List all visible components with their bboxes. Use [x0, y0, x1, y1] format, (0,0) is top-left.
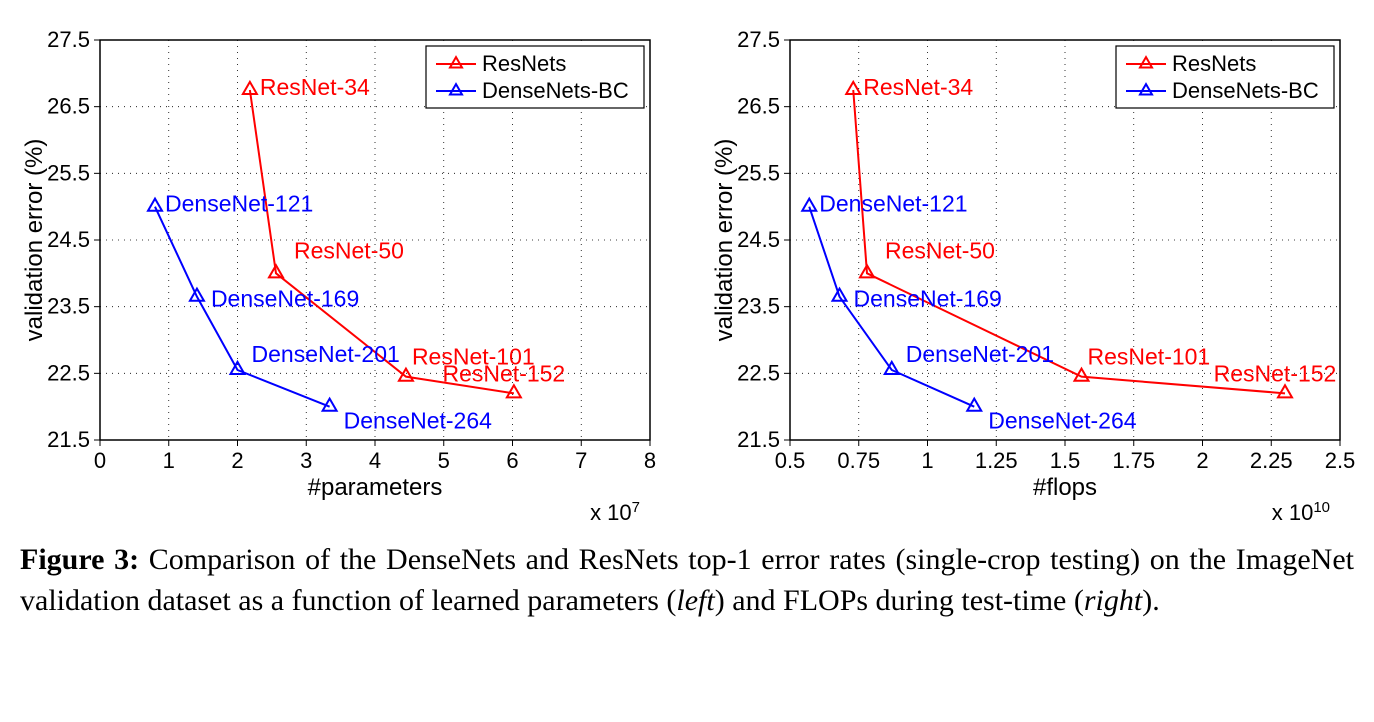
y-tick-label: 22.5 [737, 360, 780, 385]
x-tick-label: 1.25 [975, 448, 1018, 473]
x-tick-label: 7 [575, 448, 587, 473]
y-axis-label: validation error (%) [21, 139, 48, 342]
figure-wrap: 01234567821.522.523.524.525.526.527.5#pa… [20, 20, 1354, 621]
legend-label-resnets: ResNets [482, 51, 566, 76]
caption-left: left [676, 584, 714, 617]
x-tick-label: 0.75 [837, 448, 880, 473]
point-label: ResNet-101 [1088, 344, 1211, 370]
x-tick-label: 2.5 [1325, 448, 1356, 473]
x-axis-label: #parameters [308, 474, 443, 501]
axis-exponent: x 1010 [1272, 499, 1330, 526]
x-tick-label: 1 [163, 448, 175, 473]
axis-exponent: x 107 [590, 499, 640, 526]
y-tick-label: 25.5 [737, 160, 780, 185]
point-label: DenseNet-201 [252, 341, 400, 367]
figure-caption: Figure 3: Comparison of the DenseNets an… [20, 540, 1354, 621]
y-tick-label: 24.5 [47, 227, 90, 252]
legend-label-densenets: DenseNets-BC [1172, 78, 1319, 103]
x-tick-label: 4 [369, 448, 381, 473]
caption-right: right [1084, 584, 1142, 617]
y-tick-label: 21.5 [737, 427, 780, 452]
x-tick-label: 6 [506, 448, 518, 473]
y-tick-label: 23.5 [737, 294, 780, 319]
x-tick-label: 0 [94, 448, 106, 473]
x-tick-label: 2.25 [1250, 448, 1293, 473]
x-tick-label: 5 [438, 448, 450, 473]
left-chart: 0 1 2 3 4 5 6 7 8 21.5 22.5 23.5 24.5 25.5 26.5 27.5 #pa… [20, 20, 670, 530]
x-tick-label: 2 [231, 448, 243, 473]
y-tick-label: 21.5 [47, 427, 90, 452]
y-tick-label: 27.5 [737, 27, 780, 52]
y-tick-label: 24.5 [737, 227, 780, 252]
x-tick-label: 1 [921, 448, 933, 473]
y-tick-label: 26.5 [47, 94, 90, 119]
x-tick-label: 3 [300, 448, 312, 473]
caption-lead: Figure 3: [20, 543, 139, 576]
caption-end: ). [1142, 584, 1160, 617]
point-label: DenseNet-169 [211, 286, 359, 312]
y-tick-label: 22.5 [47, 360, 90, 385]
point-label: ResNet-152 [443, 360, 566, 386]
point-label: DenseNet-169 [854, 286, 1002, 312]
y-tick-label: 27.5 [47, 27, 90, 52]
right-chart: 0.50.7511.251.51.7522.252.521.522.523.52… [710, 20, 1360, 530]
y-axis-label: validation error (%) [711, 139, 738, 342]
point-label: DenseNet-264 [988, 408, 1137, 434]
point-label: ResNet-34 [863, 74, 973, 100]
x-tick-label: 2 [1196, 448, 1208, 473]
point-label: ResNet-50 [294, 237, 404, 263]
point-label: ResNet-50 [885, 237, 995, 263]
x-tick-label: 8 [644, 448, 656, 473]
caption-mid: ) and FLOPs during test-time ( [715, 584, 1084, 617]
legend-label-densenets: DenseNets-BC [482, 78, 629, 103]
point-label: DenseNet-264 [344, 408, 493, 434]
point-label: DenseNet-121 [165, 191, 313, 217]
y-tick-label: 23.5 [47, 294, 90, 319]
x-axis-label: #flops [1033, 474, 1097, 501]
point-label: ResNet-152 [1214, 360, 1337, 386]
point-label: DenseNet-121 [819, 191, 967, 217]
point-label: ResNet-34 [260, 74, 370, 100]
y-tick-label: 26.5 [737, 94, 780, 119]
x-tick-label: 1.75 [1112, 448, 1155, 473]
charts-row: 01234567821.522.523.524.525.526.527.5#pa… [20, 20, 1354, 530]
x-tick-label: 1.5 [1050, 448, 1081, 473]
y-tick-label: 25.5 [47, 160, 90, 185]
legend-label-resnets: ResNets [1172, 51, 1256, 76]
point-label: DenseNet-201 [906, 341, 1054, 367]
